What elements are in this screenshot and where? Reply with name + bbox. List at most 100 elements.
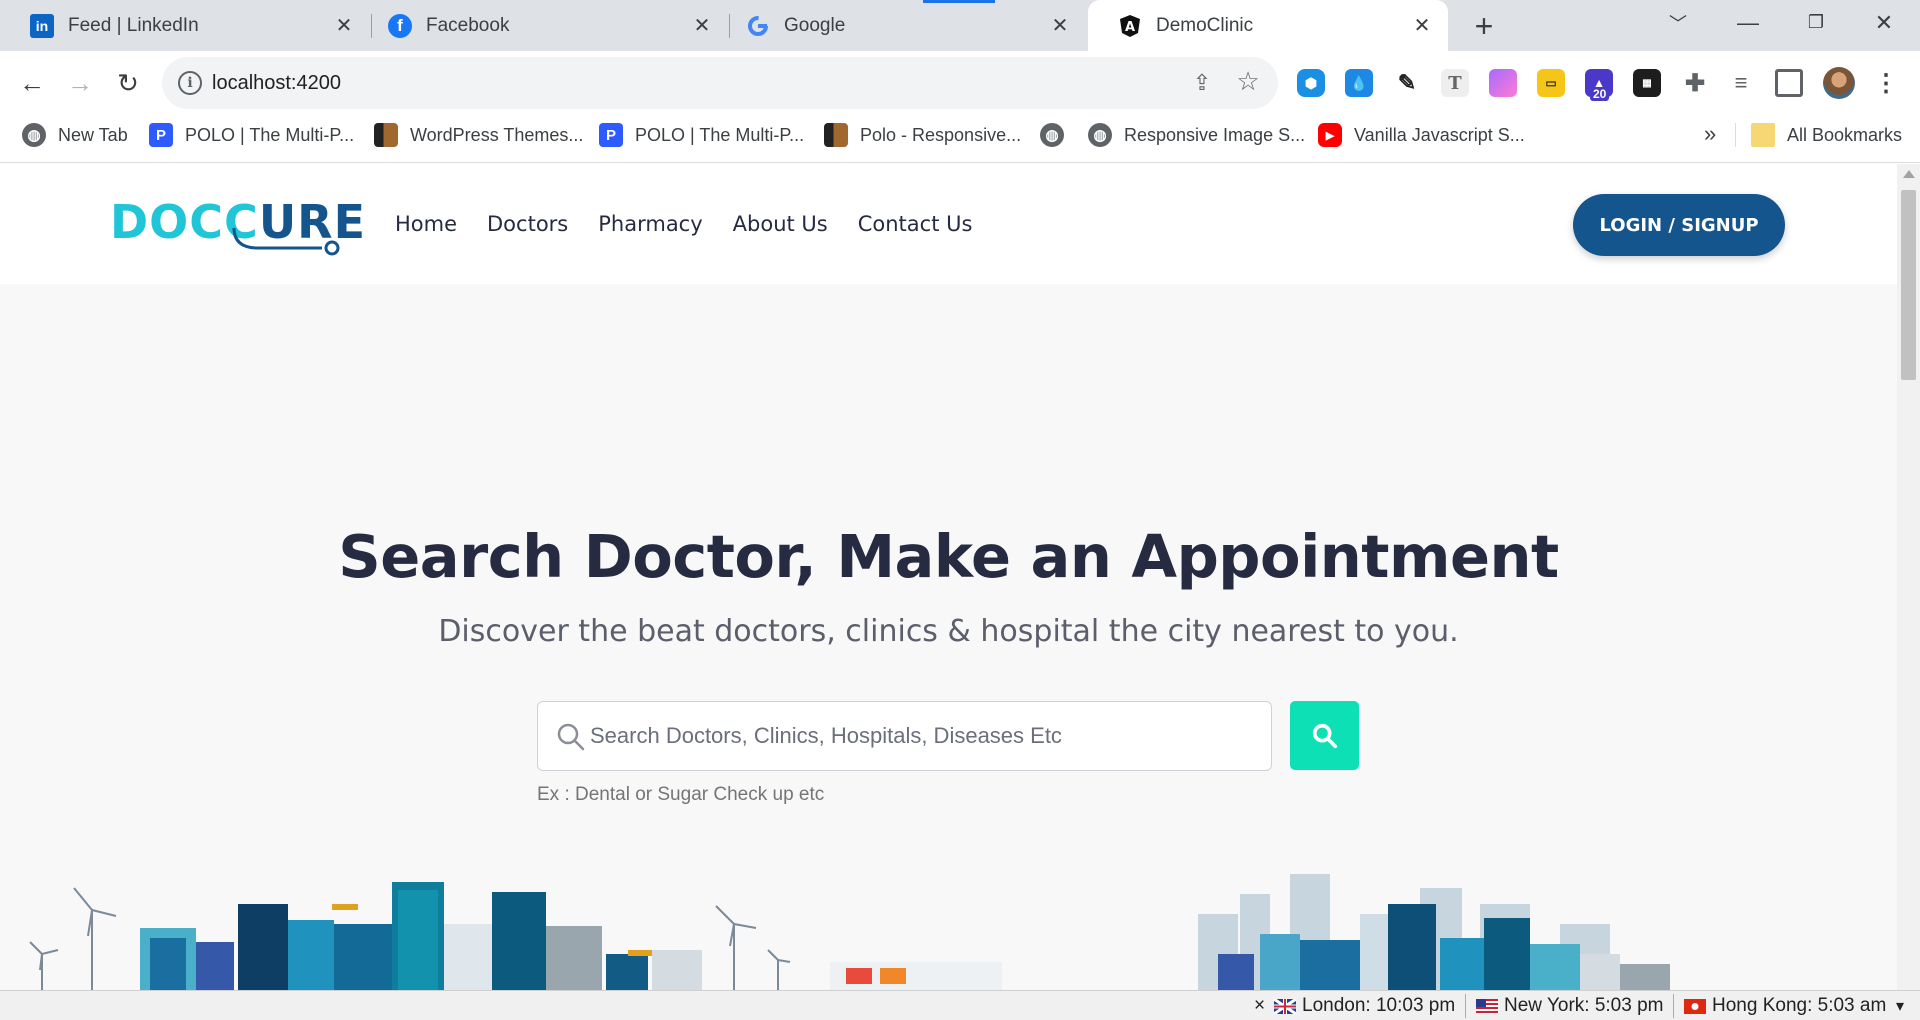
globe-icon: ◍ — [1088, 123, 1112, 147]
tab-title: Facebook — [426, 14, 510, 36]
world-clock-menu[interactable]: ▾ — [1896, 991, 1904, 1020]
reading-list-icon[interactable]: ≡ — [1727, 69, 1755, 97]
facebook-icon: f — [388, 13, 412, 38]
reload-icon[interactable]: ↻ — [108, 63, 148, 103]
bookmark-label: New Tab — [58, 124, 128, 145]
svg-text:A: A — [1125, 20, 1135, 35]
globe-icon: ◍ — [1040, 123, 1064, 147]
clock-new-york: New York: 5:03 pm — [1476, 991, 1663, 1020]
share-icon[interactable]: ⇪ — [1188, 69, 1216, 97]
scroll-up-arrow-icon[interactable] — [1903, 170, 1915, 178]
bookmark-label: Responsive Image S... — [1124, 124, 1306, 145]
youtube-icon: ▶ — [1318, 123, 1342, 147]
bookmark-star-icon[interactable]: ☆ — [1234, 66, 1262, 96]
extension-folder-icon[interactable]: ▭ — [1537, 69, 1565, 97]
bookmarks-divider — [1735, 123, 1736, 147]
tab-facebook[interactable]: f Facebook ✕ — [358, 0, 728, 51]
bookmark-label: POLO | The Multi-P... — [185, 124, 355, 145]
login-signup-button[interactable]: LOGIN / SIGNUP — [1573, 194, 1785, 256]
folder-icon — [1751, 123, 1775, 147]
forward-arrow-icon[interactable]: → — [60, 63, 100, 103]
nav-contact-us[interactable]: Contact Us — [858, 212, 973, 236]
search-icon — [1312, 723, 1337, 748]
clock-hong-kong: Hong Kong: 5:03 am — [1684, 991, 1886, 1020]
all-bookmarks-folder[interactable]: All Bookmarks — [1751, 115, 1902, 155]
angular-icon: A — [1118, 14, 1142, 38]
tab-democlinic[interactable]: A DemoClinic ✕ — [1088, 0, 1448, 51]
tab-linkedin[interactable]: in Feed | LinkedIn ✕ — [0, 0, 370, 51]
profile-avatar[interactable] — [1823, 67, 1855, 99]
hero-subtitle: Discover the beat doctors, clinics & hos… — [438, 614, 1459, 649]
tab-google[interactable]: Google ✕ — [716, 0, 1086, 51]
extension-gradient-icon[interactable] — [1489, 69, 1517, 97]
polo-icon: P — [599, 123, 623, 147]
themeforest-icon — [824, 123, 848, 147]
minimize-button[interactable]: — — [1716, 0, 1780, 45]
nav-doctors[interactable]: Doctors — [487, 212, 568, 236]
status-divider — [1673, 994, 1674, 1018]
extension-dark-icon[interactable]: ▦ — [1633, 69, 1661, 97]
tab-title: Google — [784, 14, 846, 36]
extension-font-icon[interactable]: T — [1441, 69, 1469, 97]
back-arrow-icon[interactable]: ← — [12, 63, 52, 103]
close-tab-icon[interactable]: ✕ — [690, 14, 714, 38]
bookmark-label: All Bookmarks — [1787, 124, 1903, 145]
page-scrollbar[interactable] — [1897, 164, 1920, 990]
nav-about-us[interactable]: About Us — [733, 212, 828, 236]
search-button[interactable] — [1290, 701, 1359, 770]
bookmark-vanilla-js[interactable]: ▶ Vanilla Javascript S... — [1318, 115, 1525, 155]
new-tab-button[interactable]: + — [1466, 8, 1502, 44]
close-tab-icon[interactable]: ✕ — [332, 14, 356, 38]
status-divider — [1465, 994, 1466, 1018]
extension-shield-icon[interactable]: ⬢ — [1297, 69, 1325, 97]
bookmark-polo-1[interactable]: P POLO | The Multi-P... — [149, 115, 354, 155]
stethoscope-icon — [232, 227, 340, 256]
search-hint: Ex : Dental or Sugar Check up etc — [537, 784, 825, 805]
uk-flag-icon — [1274, 998, 1296, 1014]
close-window-button[interactable]: ✕ — [1852, 0, 1916, 45]
bookmarks-overflow-button[interactable]: » — [1704, 121, 1716, 147]
address-bar[interactable]: i localhost:4200 ⇪ ☆ — [162, 57, 1278, 109]
google-icon — [746, 14, 770, 38]
nav-pharmacy[interactable]: Pharmacy — [598, 212, 702, 236]
hk-flag-icon — [1684, 998, 1706, 1014]
close-tab-icon[interactable]: ✕ — [1410, 14, 1434, 38]
world-clock-close[interactable]: × — [1254, 991, 1265, 1020]
close-tab-icon[interactable]: ✕ — [1048, 14, 1072, 38]
bookmark-label: Vanilla Javascript S... — [1354, 124, 1525, 145]
city-skyline-illustration — [29, 874, 1670, 990]
url-text[interactable]: localhost:4200 — [212, 57, 341, 109]
bookmark-new-tab[interactable]: ◍ New Tab — [22, 115, 128, 155]
extension-eyedropper-icon[interactable]: ✎ — [1393, 69, 1421, 97]
bookmark-label: WordPress Themes... — [410, 124, 584, 145]
bookmark-globe[interactable]: ◍ — [1040, 115, 1076, 155]
web-page: DOCCURE Home Doctors Pharmacy About Us C… — [0, 164, 1897, 990]
bookmark-responsive-image[interactable]: ◍ Responsive Image S... — [1088, 115, 1305, 155]
tab-title: DemoClinic — [1156, 14, 1254, 36]
extension-droplet-icon[interactable]: 💧 — [1345, 69, 1373, 97]
bookmark-polo-2[interactable]: P POLO | The Multi-P... — [599, 115, 804, 155]
clock-label: Hong Kong: 5:03 am — [1712, 995, 1887, 1016]
more-menu-icon[interactable]: ⋮ — [1872, 69, 1900, 97]
site-header: DOCCURE Home Doctors Pharmacy About Us C… — [0, 164, 1897, 284]
search-input[interactable] — [590, 702, 1260, 770]
site-info-icon[interactable]: i — [178, 71, 202, 95]
clock-london: London: 10:03 pm — [1274, 991, 1455, 1020]
nav-home[interactable]: Home — [395, 212, 457, 236]
search-icon — [557, 723, 585, 751]
clock-label: New York: 5:03 pm — [1504, 995, 1664, 1016]
restore-button[interactable]: ❐ — [1784, 0, 1848, 45]
linkedin-icon: in — [30, 13, 54, 38]
polo-icon: P — [149, 123, 173, 147]
search-field[interactable] — [537, 701, 1272, 771]
browser-tab-strip: in Feed | LinkedIn ✕ f Facebook ✕ Google… — [0, 0, 1920, 51]
side-panel-icon[interactable] — [1775, 69, 1803, 97]
scrollbar-thumb[interactable] — [1901, 190, 1916, 380]
doccure-logo[interactable]: DOCCURE — [110, 190, 365, 256]
bookmark-polo-responsive[interactable]: Polo - Responsive... — [824, 115, 1021, 155]
bookmark-wordpress-themes[interactable]: WordPress Themes... — [374, 115, 583, 155]
extensions-puzzle-icon[interactable]: ✚ — [1681, 69, 1709, 97]
tab-search-chevron-icon[interactable]: ﹀ — [1646, 0, 1710, 45]
themeforest-icon — [374, 123, 398, 147]
clock-label: London: 10:03 pm — [1302, 995, 1456, 1016]
